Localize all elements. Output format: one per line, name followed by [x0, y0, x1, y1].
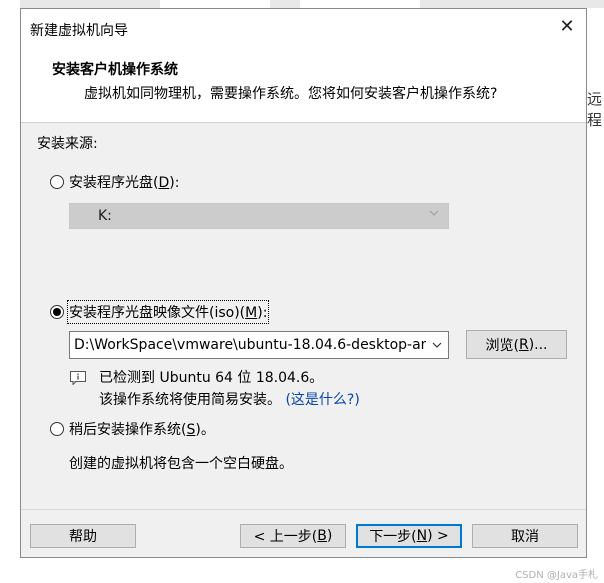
page-title: 安装客户机操作系统 — [52, 62, 178, 78]
browse-button[interactable]: 浏览(R)... — [466, 330, 567, 359]
iso-path-value[interactable]: D:\WorkSpace\vmware\ubuntu-18.04.6-deskt… — [74, 337, 448, 353]
window-title: 新建虚拟机向导 — [30, 23, 128, 39]
background-partial-text: 远程 — [587, 90, 603, 129]
page-subtitle: 虚拟机如同物理机，需要操作系统。您将如何安装客户机操作系统? — [84, 86, 498, 102]
cancel-button[interactable]: 取消 — [472, 524, 578, 548]
whats-this-link[interactable]: (这是什么?) — [285, 392, 359, 408]
new-vm-wizard-dialog: 新建虚拟机向导 ✕ 安装客户机操作系统 虚拟机如同物理机，需要操作系统。您将如何… — [20, 8, 587, 558]
help-button[interactable]: 帮助 — [30, 524, 136, 548]
install-later-label[interactable]: 稍后安装操作系统(S)。 — [69, 419, 215, 439]
background-tab-1 — [160, 0, 270, 8]
next-button[interactable]: 下一步(N) > — [356, 524, 462, 548]
title-bar: 新建虚拟机向导 ✕ — [21, 9, 586, 43]
close-button[interactable]: ✕ — [548, 9, 586, 43]
background-window-left — [0, 0, 20, 583]
iso-image-label[interactable]: 安装程序光盘映像文件(iso)(M): — [66, 300, 270, 324]
back-button[interactable]: < 上一步(B) — [240, 524, 346, 548]
wizard-header: 安装客户机操作系统 虚拟机如同物理机，需要操作系统。您将如何安装客户机操作系统? — [21, 43, 586, 123]
radio-installer-disc[interactable] — [50, 175, 64, 189]
easy-install-line: 该操作系统将使用简易安装。 (这是什么?) — [99, 389, 360, 409]
install-later-description: 创建的虚拟机将包含一个空白硬盘。 — [69, 456, 293, 472]
radio-iso-image[interactable] — [50, 305, 64, 319]
watermark: CSDN @Java手札 — [515, 570, 598, 581]
chevron-down-icon[interactable] — [426, 332, 448, 358]
easy-install-text: 该操作系统将使用简易安装。 — [99, 392, 281, 408]
close-icon: ✕ — [559, 15, 575, 37]
iso-path-combobox[interactable]: D:\WorkSpace\vmware\ubuntu-18.04.6-deskt… — [69, 331, 449, 359]
footer-divider — [21, 509, 586, 510]
install-source-label: 安装来源: — [37, 136, 98, 152]
disc-drive-select[interactable]: K: — [69, 203, 449, 229]
radio-install-later[interactable] — [50, 422, 64, 436]
info-icon — [70, 371, 86, 385]
chevron-down-icon — [428, 207, 440, 222]
background-tab-2 — [300, 0, 420, 8]
installer-disc-label[interactable]: 安装程序光盘(D): — [69, 172, 179, 192]
disc-drive-value: K: — [98, 208, 112, 224]
detected-os-text: 已检测到 Ubuntu 64 位 18.04.6。 — [99, 370, 324, 386]
